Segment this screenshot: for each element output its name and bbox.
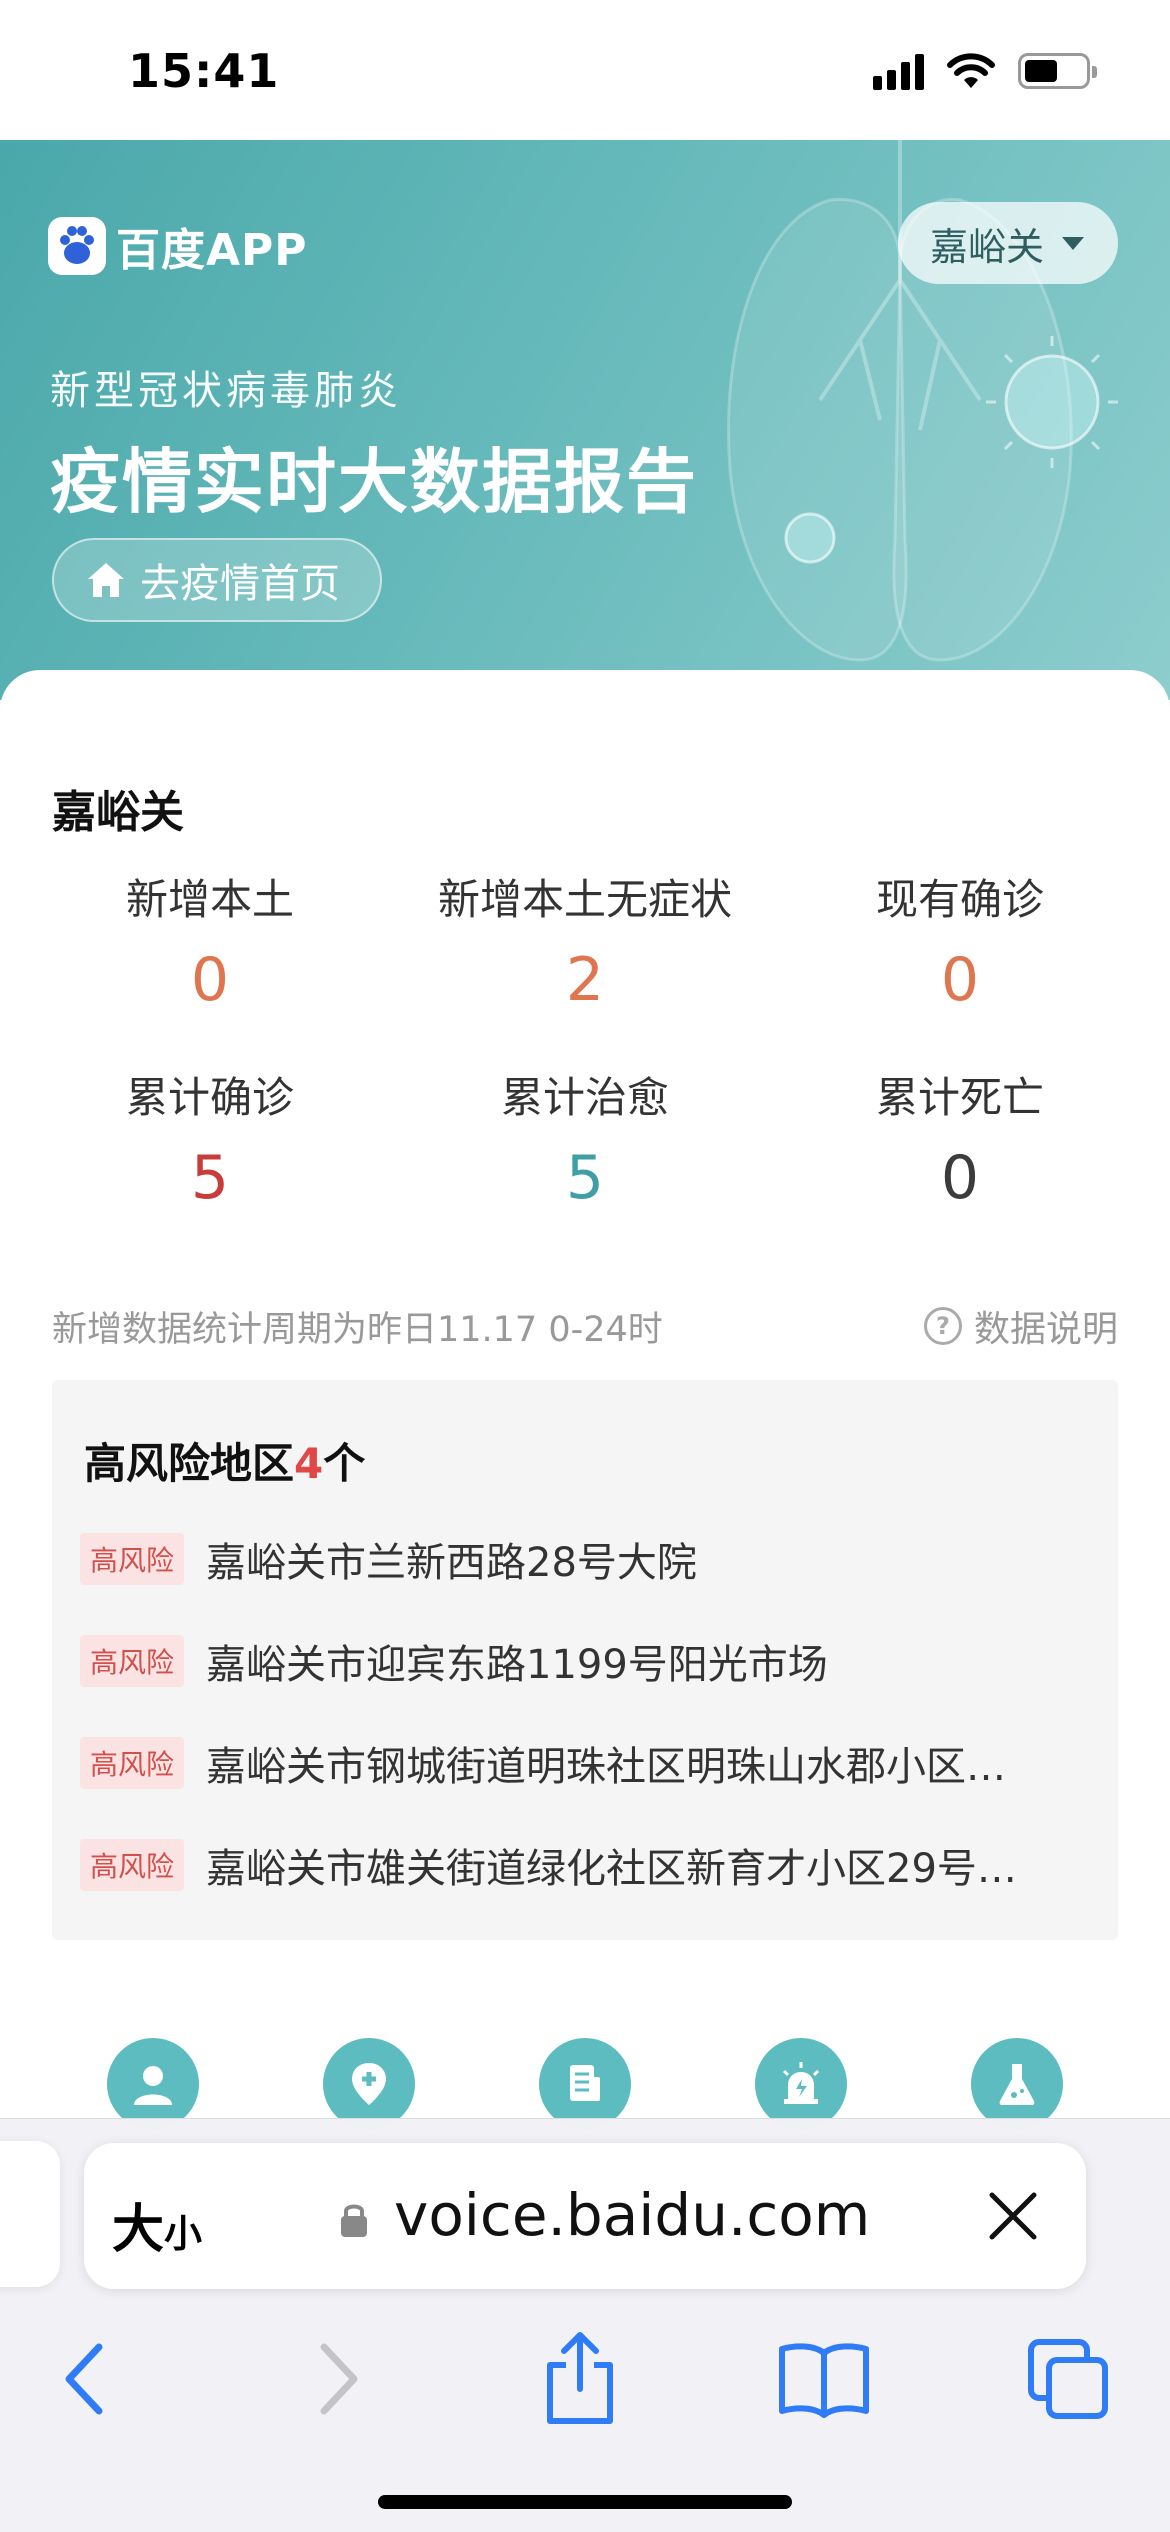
high-risk-badge: 高风险: [80, 1737, 185, 1789]
question-icon: ?: [923, 1307, 962, 1345]
alarm-light-icon[interactable]: [755, 2038, 847, 2130]
stat-value: 5: [565, 1143, 605, 1213]
high-risk-title-prefix: 高风险地区: [84, 1439, 295, 1488]
risk-area-text: 嘉峪关市钢城街道明珠社区明珠山水郡小区…: [206, 1744, 1007, 1790]
stat-current-confirmed: 现有确诊 0: [765, 866, 1155, 1015]
stat-label: 新增本土无症状: [437, 875, 732, 924]
stats-note-row: 新增数据统计周期为昨日11.17 0-24时 ? 数据说明: [52, 1300, 1118, 1352]
logo-text: 百度APP: [116, 225, 308, 276]
url-text: voice.baidu.com: [394, 2181, 871, 2249]
report-card: 嘉峪关 新增本土 0 新增本土无症状 2 现有确诊 0 累计确诊 5 累计治愈 …: [0, 670, 1170, 2130]
epidemic-home-label: 去疫情首页: [140, 561, 340, 607]
stat-total-cured: 累计治愈 5: [390, 1064, 780, 1213]
home-indicator: [378, 2495, 792, 2509]
list-item[interactable]: 高风险 嘉峪关市迎宾东路1199号阳光市场: [80, 1632, 1090, 1690]
status-time: 15:41: [128, 44, 280, 98]
close-icon[interactable]: [980, 2183, 1046, 2249]
high-risk-panel: 高风险地区4个 高风险 嘉峪关市兰新西路28号大院 高风险 嘉峪关市迎宾东路11…: [52, 1380, 1118, 1940]
data-help-link[interactable]: ? 数据说明: [923, 1300, 1118, 1352]
caret-down-icon: [1062, 236, 1084, 250]
high-risk-badge: 高风险: [80, 1839, 185, 1891]
text-size-big: 大: [112, 2200, 165, 2260]
stat-value: 5: [190, 1143, 230, 1213]
stat-label: 累计治愈: [500, 1073, 669, 1122]
stat-label: 累计确诊: [125, 1073, 294, 1122]
browser-toolbar: 大小 voice.baidu.com: [0, 2118, 1170, 2532]
list-item[interactable]: 高风险 嘉峪关市雄关街道绿化社区新育才小区29号…: [80, 1836, 1090, 1894]
bookmarks-button[interactable]: [774, 2329, 874, 2429]
battery-icon: [1018, 53, 1097, 89]
chevron-left-icon: [65, 2343, 103, 2415]
hero-banner: 百度APP 嘉峪关 新型冠状病毒肺炎 疫情实时大数据报告 去疫情首页: [0, 140, 1170, 700]
book-icon: [779, 2343, 869, 2418]
high-risk-count: 4: [294, 1439, 324, 1488]
home-icon: [88, 563, 124, 597]
stat-label: 累计死亡: [875, 1073, 1044, 1122]
risk-area-text: 嘉峪关市迎宾东路1199号阳光市场: [206, 1642, 828, 1688]
lock-icon: [341, 2204, 367, 2237]
list-item[interactable]: 高风险 嘉峪关市兰新西路28号大院: [80, 1530, 1090, 1588]
text-size-button[interactable]: 大小: [112, 2187, 202, 2262]
browser-nav-row: [0, 2307, 1170, 2447]
tabs-icon: [1028, 2339, 1108, 2419]
stat-value: 0: [190, 945, 230, 1015]
status-icons: [873, 52, 1097, 90]
epidemic-home-button[interactable]: 去疫情首页: [52, 538, 382, 622]
region-title: 嘉峪关: [52, 787, 184, 838]
person-icon[interactable]: [107, 2038, 199, 2130]
stat-value: 0: [940, 945, 980, 1015]
high-risk-title-suffix: 个: [323, 1439, 366, 1488]
chevron-right-icon: [320, 2343, 358, 2415]
high-risk-badge: 高风险: [80, 1533, 185, 1585]
location-plus-icon[interactable]: [323, 2038, 415, 2130]
lab-flask-icon[interactable]: [971, 2038, 1063, 2130]
wifi-icon: [947, 53, 995, 88]
stat-label: 现有确诊: [875, 875, 1044, 924]
baidu-paw-icon: [48, 217, 106, 275]
stat-value: 0: [940, 1143, 980, 1213]
hero-title: 疫情实时大数据报告: [50, 441, 698, 523]
tabs-button[interactable]: [1018, 2329, 1118, 2429]
share-icon: [547, 2332, 613, 2424]
address-bar[interactable]: 大小 voice.baidu.com: [84, 2143, 1086, 2289]
city-selector-label: 嘉峪关: [929, 224, 1044, 269]
stat-total-deaths: 累计死亡 0: [765, 1064, 1155, 1213]
stat-total-confirmed: 累计确诊 5: [15, 1064, 405, 1213]
forward-button[interactable]: [288, 2329, 388, 2429]
risk-area-text: 嘉峪关市雄关街道绿化社区新育才小区29号…: [206, 1846, 1017, 1892]
list-item[interactable]: 高风险 嘉峪关市钢城街道明珠社区明珠山水郡小区…: [80, 1734, 1090, 1792]
status-bar: 15:41: [0, 0, 1170, 140]
text-size-small: 小: [164, 2212, 203, 2256]
stat-label: 新增本土: [125, 875, 294, 924]
share-button[interactable]: [530, 2329, 630, 2429]
stat-new-asymptomatic: 新增本土无症状 2: [390, 866, 780, 1015]
stat-value: 2: [565, 945, 605, 1015]
data-help-label: 数据说明: [973, 1309, 1118, 1350]
hero-subtitle: 新型冠状病毒肺炎: [50, 368, 402, 414]
back-button[interactable]: [35, 2329, 135, 2429]
stats-period-note: 新增数据统计周期为昨日11.17 0-24时: [52, 1309, 663, 1350]
previous-tab-peek[interactable]: [0, 2141, 60, 2287]
stat-new-local: 新增本土 0: [15, 866, 405, 1015]
high-risk-badge: 高风险: [80, 1635, 185, 1687]
city-selector[interactable]: 嘉峪关: [897, 202, 1118, 284]
risk-area-text: 嘉峪关市兰新西路28号大院: [206, 1540, 697, 1586]
high-risk-title: 高风险地区4个: [84, 1430, 365, 1491]
cellular-signal-icon: [873, 52, 924, 90]
document-icon[interactable]: [539, 2038, 631, 2130]
baidu-app-logo: 百度APP: [48, 214, 308, 278]
